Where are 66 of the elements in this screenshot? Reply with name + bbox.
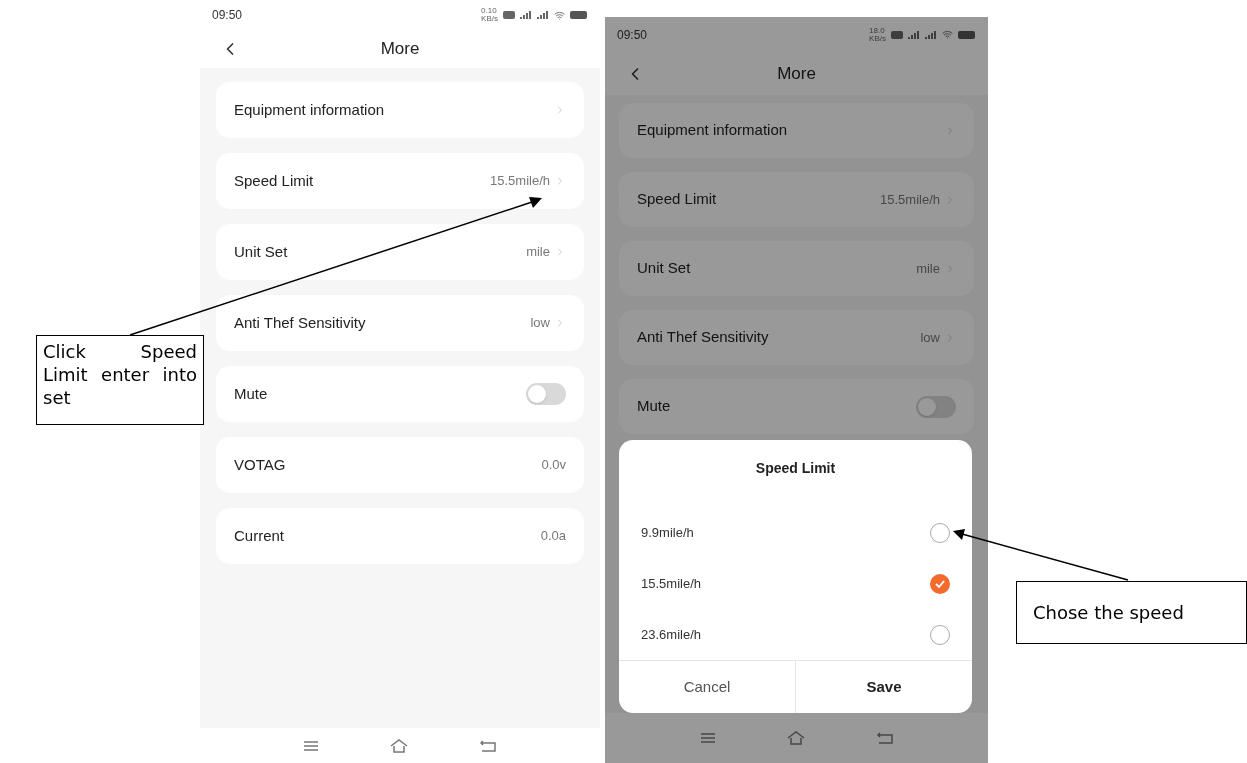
network-speed-value: 0.10: [481, 7, 498, 15]
cell-signal-icon: [908, 30, 920, 39]
status-time: 09:50: [617, 26, 648, 44]
settings-row[interactable]: Anti Thef Sensitivity low: [619, 310, 974, 365]
row-value: 15.5mile/h: [490, 172, 550, 191]
settings-row[interactable]: Speed Limit 15.5mile/h: [619, 172, 974, 227]
row-label: Equipment information: [637, 120, 788, 141]
callout-text: Click Speed Limit enter into set: [43, 340, 197, 409]
speed-option[interactable]: 23.6mile/h: [619, 609, 972, 661]
settings-row[interactable]: Mute: [216, 366, 584, 422]
mute-toggle[interactable]: [916, 395, 956, 418]
option-label: 15.5mile/h: [641, 575, 701, 594]
row-label: Anti Thef Sensitivity: [637, 327, 769, 348]
option-label: 9.9mile/h: [641, 524, 694, 543]
callout-text: Chose the speed: [1033, 601, 1184, 625]
wifi-icon: [554, 9, 565, 21]
speed-option[interactable]: 15.5mile/h: [619, 558, 972, 610]
dialog-title: Speed Limit: [755, 459, 836, 479]
back-arrow-icon[interactable]: [479, 739, 497, 752]
screen-title: More: [380, 38, 420, 61]
row-value: low: [920, 328, 940, 347]
row-label: Mute: [637, 396, 671, 417]
row-label: Mute: [234, 383, 268, 404]
network-speed-value: 18.0: [869, 26, 886, 35]
home-icon[interactable]: [389, 738, 409, 753]
cancel-button[interactable]: Cancel: [619, 661, 795, 713]
network-speed-unit: KB/s: [869, 34, 886, 43]
row-value: 0.0a: [540, 527, 566, 546]
menu-icon[interactable]: [303, 739, 319, 752]
row-label: Unit Set: [637, 258, 691, 279]
row-label: Speed Limit: [234, 170, 314, 191]
mute-toggle[interactable]: [526, 383, 566, 405]
speed-option[interactable]: 9.9mile/h: [619, 507, 972, 559]
back-arrow-icon[interactable]: [875, 732, 894, 744]
option-label: 23.6mile/h: [641, 626, 701, 645]
settings-row[interactable]: Speed Limit 15.5mile/h: [216, 153, 584, 209]
screen-title: More: [777, 62, 816, 85]
wifi-icon: [942, 29, 953, 40]
network-speed-unit: KB/s: [481, 15, 498, 23]
settings-row[interactable]: Anti Thef Sensitivity low: [216, 295, 584, 351]
row-label: Equipment information: [234, 99, 385, 120]
row-label: Current: [234, 525, 285, 546]
row-value: 0.0v: [541, 456, 566, 475]
row-value: low: [530, 314, 550, 333]
settings-row[interactable]: Unit Set mile: [619, 241, 974, 296]
row-label: VOTAG: [234, 454, 286, 475]
cell-signal-icon: [520, 11, 532, 19]
row-value: mile: [916, 259, 940, 278]
battery-icon: [570, 11, 588, 19]
settings-row[interactable]: Unit Set mile: [216, 224, 584, 280]
home-icon[interactable]: [785, 731, 806, 745]
row-value: 15.5mile/h: [880, 190, 940, 209]
check-icon[interactable]: [930, 573, 950, 594]
battery-icon: [958, 30, 976, 39]
cell-signal-icon: [537, 11, 549, 19]
status-time: 09:50: [212, 7, 243, 24]
settings-row[interactable]: Equipment information: [619, 103, 974, 158]
row-label: Anti Thef Sensitivity: [234, 312, 366, 333]
menu-icon[interactable]: [699, 732, 716, 744]
row-value: mile: [526, 243, 550, 262]
settings-row[interactable]: Mute: [619, 379, 974, 434]
settings-row[interactable]: Equipment information: [216, 82, 584, 138]
row-label: Speed Limit: [637, 189, 717, 210]
row-label: Unit Set: [234, 241, 288, 262]
cell-signal-icon: [925, 30, 937, 39]
save-button[interactable]: Save: [795, 661, 972, 713]
